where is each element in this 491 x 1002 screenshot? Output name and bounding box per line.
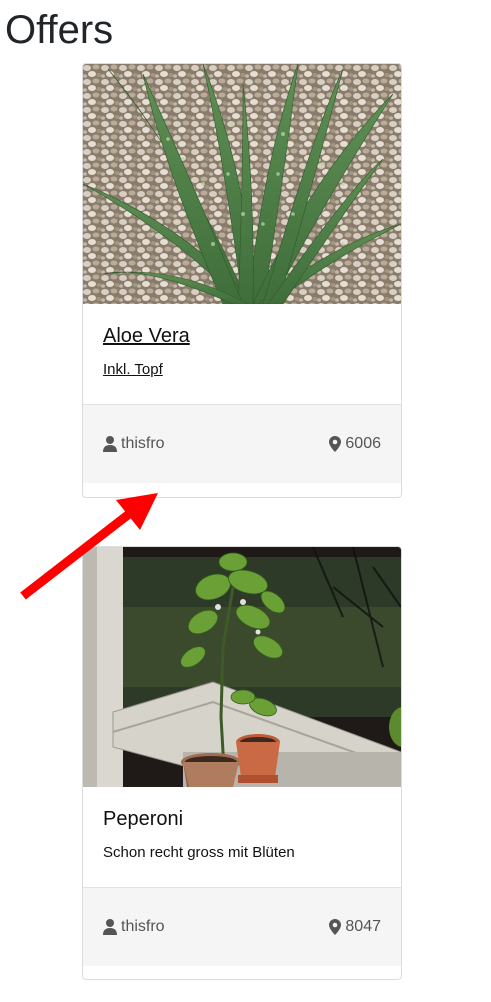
offer-location: 6006 — [329, 435, 381, 453]
user-icon — [103, 436, 117, 452]
map-marker-icon — [329, 436, 342, 452]
offer-image-aloe-vera[interactable] — [83, 64, 401, 304]
offer-description-link[interactable]: Inkl. Topf — [103, 360, 381, 380]
page-title: Offers — [5, 8, 114, 52]
offer-card: Aloe Vera Inkl. Topf thisfro 6006 — [82, 63, 402, 498]
offer-title-link[interactable]: Aloe Vera — [103, 324, 381, 348]
user-icon — [103, 919, 117, 935]
card-body: Aloe Vera Inkl. Topf — [83, 304, 401, 405]
card-body: Peperoni Schon recht gross mit Blüten — [83, 787, 401, 888]
offer-location: 8047 — [329, 918, 381, 936]
offer-card: Peperoni Schon recht gross mit Blüten th… — [82, 546, 402, 980]
offer-user: thisfro — [103, 918, 165, 936]
offer-user: thisfro — [103, 435, 165, 453]
card-footer: thisfro 8047 — [83, 888, 401, 966]
card-footer: thisfro 6006 — [83, 405, 401, 483]
annotation-arrow-icon — [18, 488, 163, 603]
offer-location-code: 8047 — [345, 918, 381, 935]
offer-location-code: 6006 — [345, 435, 381, 452]
map-marker-icon — [329, 919, 342, 935]
offer-user-name: thisfro — [121, 918, 165, 935]
offer-user-name: thisfro — [121, 435, 165, 452]
offer-description: Schon recht gross mit Blüten — [103, 844, 295, 861]
offer-title[interactable]: Peperoni — [103, 807, 381, 831]
